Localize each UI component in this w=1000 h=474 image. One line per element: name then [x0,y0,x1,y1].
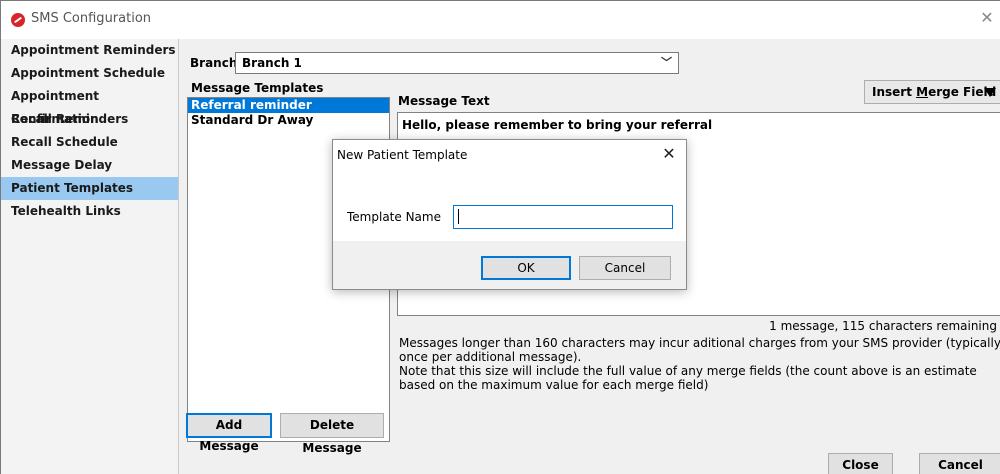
template-name-label: Template Name [347,210,441,224]
close-button[interactable]: Close [828,453,893,474]
message-templates-label: Message Templates [191,81,324,95]
title-bar: SMS Configuration ✕ [1,1,1000,38]
list-item[interactable]: Referral reminder [188,98,389,113]
dropdown-arrow-icon [984,88,996,97]
dialog-close-button[interactable]: ✕ [660,144,678,163]
insert-merge-field-label-prefix: Insert [872,85,917,99]
message-text-label: Message Text [398,94,490,108]
sidebar-item-recall-reminders[interactable]: Recall Reminders [1,108,178,131]
cancel-button[interactable]: Cancel [919,453,1000,474]
ok-button[interactable]: OK [481,256,571,280]
dialog-cancel-button[interactable]: Cancel [579,256,671,280]
insert-merge-field-accel: M [916,85,929,99]
settings-sidebar: Appointment Reminders Appointment Schedu… [1,39,179,474]
window-title: SMS Configuration [31,11,152,26]
sidebar-item-appointment-reminders[interactable]: Appointment Reminders [1,39,178,62]
template-name-input[interactable] [453,205,673,229]
add-message-button[interactable]: Add Message [186,413,272,453]
chevron-down-icon: ﹀ [661,56,672,69]
characters-remaining: 1 message, 115 characters remaining [769,319,997,333]
sidebar-item-patient-templates[interactable]: Patient Templates [1,177,178,200]
dialog-title: New Patient Template [337,148,468,162]
sms-charges-note: Messages longer than 160 characters may … [399,336,1000,392]
list-item[interactable]: Standard Dr Away [188,113,389,128]
branch-select[interactable]: Branch 1 ﹀ [235,52,679,74]
delete-message-button[interactable]: Delete Message [280,413,384,455]
text-caret [458,209,459,224]
note-line-2: Note that this size will include the ful… [399,364,977,392]
sidebar-item-message-delay[interactable]: Message Delay [1,154,178,177]
app-logo-icon [11,13,25,27]
dialog-footer: OK Cancel [333,241,686,289]
new-patient-template-dialog: New Patient Template ✕ Template Name OK … [332,139,687,290]
window-close-button[interactable]: ✕ [977,7,997,29]
sms-configuration-window: SMS Configuration ✕ Appointment Reminder… [0,0,1000,474]
insert-merge-field-button[interactable]: Insert Merge Field [864,80,1000,104]
note-line-1: Messages longer than 160 characters may … [399,336,1000,364]
sidebar-item-appointment-schedule[interactable]: Appointment Schedule [1,62,178,85]
sidebar-item-telehealth-links[interactable]: Telehealth Links [1,200,178,223]
sidebar-item-appointment-confirmation[interactable]: Appointment Confirmation [1,85,178,126]
sidebar-item-recall-schedule[interactable]: Recall Schedule [1,131,178,154]
branch-select-value: Branch 1 [242,56,302,70]
